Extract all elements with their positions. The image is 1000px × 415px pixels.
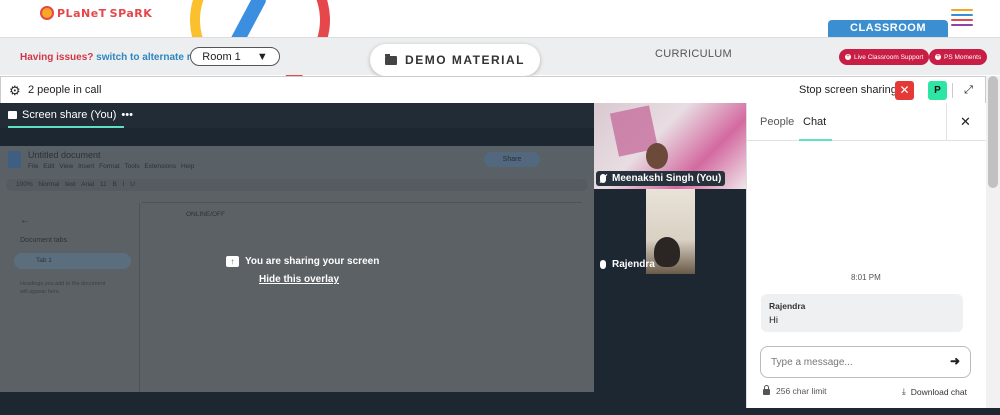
video-tile-rajendra[interactable]: Rajendra: [594, 189, 746, 274]
screen-share-tab[interactable]: Screen share (You) •••: [8, 109, 133, 121]
divider: [946, 103, 947, 141]
tab-people[interactable]: People: [760, 116, 794, 128]
participant-badge[interactable]: P: [928, 81, 947, 100]
call-stage: Screen share (You) ••• Untitled document…: [0, 103, 746, 408]
participant-name: Rajendra: [612, 259, 655, 270]
ps-moments-button[interactable]: + PS Moments: [929, 49, 988, 65]
video-tile-meenakshi[interactable]: Meenakshi Singh (You): [594, 103, 746, 189]
plus-icon: +: [935, 54, 941, 60]
sharing-overlay-text: You are sharing your screen: [245, 256, 380, 267]
hide-overlay-link[interactable]: Hide this overlay: [259, 274, 339, 285]
document-tabs-label: Document tabs: [20, 237, 68, 244]
screen-share-label: Screen share (You): [22, 109, 117, 121]
having-issues-label: Having issues?: [20, 52, 94, 63]
logo-text-1: PLaNeT: [57, 6, 107, 20]
mic-off-icon: [600, 174, 606, 183]
doc-tab-1: Tab 1: [14, 253, 131, 269]
chat-message-input[interactable]: [760, 346, 971, 378]
curriculum-tab[interactable]: CURRICULUM: [655, 48, 732, 60]
doc-body-text: ONLINE/OFF: [186, 211, 226, 218]
bottom-strip: [0, 408, 1000, 415]
chat-timestamp: 8:01 PM: [851, 273, 881, 282]
panel-tabs: People Chat ✕: [747, 103, 986, 141]
divider: [952, 83, 953, 98]
fullscreen-icon[interactable]: ⤢: [959, 81, 978, 100]
scrollbar-thumb[interactable]: [988, 76, 998, 188]
docs-icon: [8, 151, 21, 168]
char-limit-label: 256 char limit: [776, 386, 827, 396]
doc-share-button: Share: [484, 152, 540, 167]
call-toolbar: ⚙ 2 people in call Stop screen sharing ✕…: [0, 76, 986, 103]
doc-header: Untitled document File Edit View Insert …: [0, 146, 594, 180]
live-support-button[interactable]: + Live Classroom Support: [839, 49, 930, 65]
download-icon: ⤓: [902, 386, 906, 396]
participant-name-tag: Meenakshi Singh (You): [596, 171, 726, 186]
demo-material-label: DEMO MATERIAL: [405, 53, 525, 67]
doc-toolbar: 100% Normal text Arial 11 B I U: [6, 179, 588, 191]
room-select[interactable]: Room 1 ▼: [190, 47, 280, 66]
doc-title: Untitled document: [28, 150, 101, 160]
stop-sharing-label: Stop screen sharing: [799, 84, 897, 96]
participant-name: Meenakshi Singh (You): [612, 173, 722, 184]
chat-message: Rajendra Hi: [761, 294, 963, 332]
gear-icon[interactable]: ⚙: [9, 83, 21, 99]
participant-name-tag: Rajendra: [596, 257, 659, 272]
issues-text: Having issues? switch to alternate room: [20, 52, 212, 63]
shared-screen: Untitled document File Edit View Insert …: [0, 146, 594, 392]
active-tab-indicator: [8, 126, 124, 128]
participant-face: [646, 143, 668, 169]
planetspark-logo[interactable]: PLaNeT SPaRK: [40, 6, 152, 20]
back-arrow-icon: ←: [20, 215, 30, 226]
mascot-icon: [40, 6, 54, 20]
sharing-overlay-message: ↑ You are sharing your screen: [226, 256, 379, 267]
message-text: Hi: [769, 315, 778, 326]
stop-sharing-button[interactable]: ✕: [895, 81, 914, 100]
classroom-tab[interactable]: CLASSROOM: [828, 20, 948, 37]
demo-material-button[interactable]: DEMO MATERIAL: [370, 44, 540, 76]
menu-icon[interactable]: [951, 6, 973, 29]
screen-share-icon: [8, 111, 17, 119]
message-sender: Rajendra: [769, 301, 806, 311]
active-tab-indicator: [799, 139, 832, 141]
download-chat-button[interactable]: ⤓ Download chat: [902, 386, 967, 397]
doc-menu: File Edit View Insert Format Tools Exten…: [28, 163, 195, 170]
page-scrollbar[interactable]: [986, 76, 1000, 408]
more-options-icon[interactable]: •••: [121, 109, 133, 121]
people-count: 2 people in call: [28, 84, 102, 96]
download-chat-label: Download chat: [910, 386, 967, 397]
plus-icon: +: [845, 54, 851, 60]
screen-share-header: Screen share (You) •••: [0, 103, 594, 128]
doc-outline: ← Document tabs Tab 1 Headings you add t…: [0, 203, 140, 392]
present-icon: ↑: [226, 256, 239, 267]
room-select-value: Room 1: [202, 50, 241, 63]
tab-chat[interactable]: Chat: [803, 116, 826, 128]
caret-down-icon: ▼: [256, 50, 268, 63]
outline-hint: Headings you add to the document will ap…: [20, 281, 106, 295]
chat-panel: People Chat ✕ 8:01 PM Rajendra Hi ➜ 256 …: [746, 103, 986, 408]
char-limit: 256 char limit: [763, 385, 827, 396]
lock-icon: [763, 385, 770, 395]
send-arrow-icon[interactable]: ➜: [950, 354, 960, 368]
mic-icon: [600, 260, 606, 269]
logo-text-2: SPaRK: [109, 6, 153, 20]
doc-ruler: [142, 196, 582, 203]
live-support-label: Live Classroom Support: [854, 53, 924, 61]
ps-moments-label: PS Moments: [944, 53, 982, 61]
room-bar: Having issues? switch to alternate room …: [0, 37, 1000, 76]
top-header: PLaNeT SPaRK CLASSROOM: [0, 0, 1000, 110]
folder-icon: [385, 53, 398, 65]
close-icon[interactable]: ✕: [960, 114, 971, 130]
